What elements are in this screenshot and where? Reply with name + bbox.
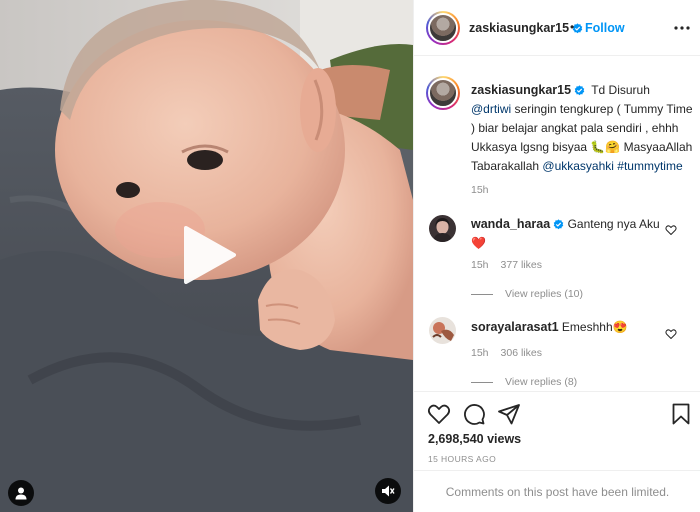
post-side-panel: zaskiasungkar15 • Follow zaskiasungkar15… bbox=[413, 0, 700, 512]
comment-like-button[interactable] bbox=[665, 223, 677, 235]
caption-mention-ukkasyahki[interactable]: @ukkasyahki bbox=[542, 159, 614, 173]
comment-body: sorayalarasat1 Emeshhh😍 bbox=[471, 318, 671, 337]
commenter-username-text[interactable]: wanda_haraa bbox=[471, 217, 550, 231]
caption-mention-drtiwi[interactable]: @drtiwi bbox=[471, 102, 511, 116]
comment-time[interactable]: 15h bbox=[471, 347, 489, 359]
view-replies-button[interactable]: View replies (8) bbox=[471, 376, 577, 388]
comment-button[interactable] bbox=[462, 402, 486, 426]
heart-icon bbox=[427, 404, 451, 424]
separator-dot: • bbox=[570, 20, 575, 34]
comment-text: Emeshhh😍 bbox=[561, 320, 628, 334]
heart-icon bbox=[665, 225, 677, 235]
post-actions: 2,698,540 views 15 HOURS AGO bbox=[414, 391, 700, 469]
comment-icon bbox=[464, 404, 485, 425]
caption-hashtag[interactable]: #tummytime bbox=[617, 159, 682, 173]
commenter-username[interactable]: sorayalarasat1 bbox=[471, 320, 559, 334]
follow-button[interactable]: Follow bbox=[585, 21, 625, 35]
comment-meta: 15h 377 likes bbox=[471, 259, 542, 271]
user-tag-icon bbox=[15, 487, 27, 500]
commenter-username[interactable]: wanda_haraa bbox=[471, 217, 564, 231]
replies-divider-line bbox=[471, 293, 493, 295]
author-avatar[interactable] bbox=[426, 11, 460, 45]
view-replies-button[interactable]: View replies (10) bbox=[471, 288, 583, 300]
view-count[interactable]: 2,698,540 views bbox=[428, 432, 521, 446]
comment-likes[interactable]: 377 likes bbox=[501, 259, 542, 271]
comment-body: wanda_haraa Ganteng nya Aku ❤️ bbox=[471, 215, 671, 253]
view-replies-label[interactable]: View replies (10) bbox=[505, 288, 583, 300]
comments-limited-notice: Comments on this post have been limited. bbox=[414, 470, 700, 512]
post-media-video[interactable] bbox=[0, 0, 413, 512]
tagged-users-button[interactable] bbox=[8, 480, 34, 506]
play-icon bbox=[184, 226, 236, 284]
comment-like-button[interactable] bbox=[665, 327, 677, 339]
like-button[interactable] bbox=[427, 402, 451, 426]
post-header: zaskiasungkar15 • Follow bbox=[414, 0, 700, 56]
audio-muted-icon bbox=[382, 485, 395, 497]
save-button[interactable] bbox=[669, 402, 693, 426]
heart-icon bbox=[665, 329, 677, 339]
author-username-text[interactable]: zaskiasungkar15 bbox=[469, 21, 569, 35]
play-button[interactable] bbox=[178, 224, 240, 286]
comment-meta: 15h 306 likes bbox=[471, 347, 542, 359]
author-username[interactable]: zaskiasungkar15 bbox=[469, 21, 583, 35]
comment-likes[interactable]: 306 likes bbox=[501, 347, 542, 359]
bookmark-icon bbox=[672, 403, 690, 425]
comment-time[interactable]: 15h bbox=[471, 259, 489, 271]
more-options-icon bbox=[674, 26, 690, 30]
view-replies-label[interactable]: View replies (8) bbox=[505, 376, 577, 388]
caption-text: zaskiasungkar15 Td Disuruh @drtiwi serin… bbox=[471, 81, 693, 176]
verified-badge-icon bbox=[574, 85, 585, 96]
caption-username[interactable]: zaskiasungkar15 bbox=[471, 83, 585, 97]
caption-author-avatar[interactable] bbox=[426, 76, 460, 110]
caption-timestamp[interactable]: 15h bbox=[471, 184, 489, 196]
post-timestamp[interactable]: 15 HOURS AGO bbox=[428, 454, 496, 464]
share-button[interactable] bbox=[497, 402, 521, 426]
more-options-button[interactable] bbox=[672, 18, 692, 38]
verified-badge-icon bbox=[553, 219, 564, 230]
comments-section[interactable]: zaskiasungkar15 Td Disuruh @drtiwi serin… bbox=[414, 57, 700, 390]
commenter-avatar[interactable] bbox=[429, 317, 456, 344]
audio-toggle-button[interactable] bbox=[375, 478, 401, 504]
caption-username-text[interactable]: zaskiasungkar15 bbox=[471, 83, 571, 97]
caption-prefix: Td Disuruh bbox=[591, 83, 650, 97]
commenter-avatar[interactable] bbox=[429, 215, 456, 242]
share-icon bbox=[498, 404, 520, 425]
replies-divider-line bbox=[471, 381, 493, 383]
